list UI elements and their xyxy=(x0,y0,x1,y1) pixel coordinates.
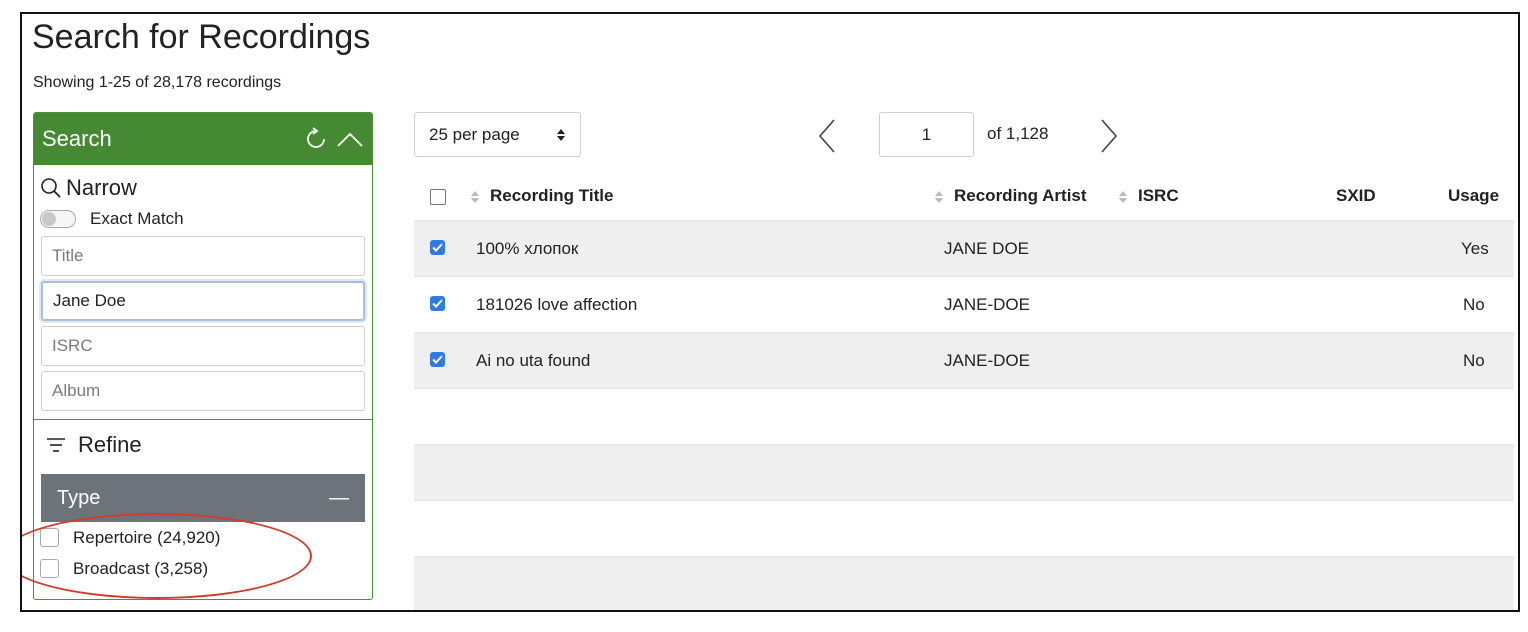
row-checkbox[interactable] xyxy=(430,240,445,255)
search-panel: Search Narrow Exact Match Title Jane Doe… xyxy=(33,112,373,600)
isrc-field-wrapper xyxy=(41,326,365,366)
table-row[interactable]: Ai no uta found JANE-DOE No xyxy=(414,332,1514,388)
table-row[interactable]: 100% хлопок JANE DOE Yes xyxy=(414,220,1514,276)
refresh-icon[interactable] xyxy=(302,125,330,153)
collapse-icon[interactable]: — xyxy=(329,487,349,510)
table-row-empty xyxy=(414,388,1514,444)
broadcast-checkbox[interactable] xyxy=(40,559,59,578)
results-table-body: 100% хлопок JANE DOE Yes 181026 love aff… xyxy=(414,220,1514,610)
prev-page-button[interactable] xyxy=(814,118,844,154)
column-header-title[interactable]: Recording Title xyxy=(470,186,613,206)
row-artist: JANE-DOE xyxy=(944,295,1030,314)
row-title[interactable]: 181026 love affection xyxy=(476,295,637,315)
isrc-input[interactable] xyxy=(42,327,364,365)
artist-field-wrapper xyxy=(41,281,365,321)
row-usage: No xyxy=(1463,351,1485,370)
sort-arrows-icon xyxy=(557,128,565,141)
row-title[interactable]: 100% хлопок xyxy=(476,239,578,259)
row-checkbox[interactable] xyxy=(430,352,445,367)
column-header-isrc[interactable]: ISRC xyxy=(1118,186,1179,206)
album-input[interactable] xyxy=(42,372,364,410)
next-page-button[interactable] xyxy=(1092,118,1122,154)
repertoire-label: Repertoire (24,920) xyxy=(73,527,221,547)
page-title: Search for Recordings xyxy=(32,18,371,56)
per-page-value: 25 per page xyxy=(429,124,520,144)
table-row-empty xyxy=(414,500,1514,556)
sort-icon xyxy=(471,190,479,203)
narrow-section-heading: Narrow xyxy=(34,165,372,203)
type-option-repertoire[interactable]: Repertoire (24,920) xyxy=(34,522,372,553)
title-field-wrapper xyxy=(41,236,365,276)
current-page: 1 xyxy=(921,124,932,144)
row-artist: JANE-DOE xyxy=(944,351,1030,370)
app-frame: Search for Recordings Showing 1-25 of 28… xyxy=(20,12,1520,612)
total-pages: of 1,128 xyxy=(987,124,1049,143)
checkmark-icon xyxy=(432,299,443,308)
column-header-usage[interactable]: Usage xyxy=(1448,186,1499,206)
select-all-checkbox[interactable] xyxy=(430,189,446,205)
checkmark-icon xyxy=(432,355,443,364)
type-option-broadcast[interactable]: Broadcast (3,258) xyxy=(34,553,372,584)
chevron-right-icon xyxy=(1101,119,1118,153)
table-row-empty xyxy=(414,556,1514,610)
narrow-label: Narrow xyxy=(66,175,137,200)
row-checkbox[interactable] xyxy=(430,296,445,311)
table-row[interactable]: 181026 love affection JANE-DOE No xyxy=(414,276,1514,332)
column-header-sxid[interactable]: SXID xyxy=(1336,186,1376,206)
search-panel-header: Search xyxy=(34,113,372,165)
results-count: Showing 1-25 of 28,178 recordings xyxy=(33,74,282,91)
refine-section-heading: Refine xyxy=(34,420,372,460)
table-row-empty xyxy=(414,444,1514,500)
filter-icon xyxy=(47,438,65,452)
album-field-wrapper xyxy=(41,371,365,411)
per-page-select[interactable]: 25 per page xyxy=(414,112,581,157)
chevron-up-icon[interactable] xyxy=(336,125,364,153)
type-filter-title: Type xyxy=(57,486,101,509)
exact-match-label: Exact Match xyxy=(90,209,184,228)
page-number-input[interactable]: 1 xyxy=(879,112,974,157)
row-usage: No xyxy=(1463,295,1485,314)
exact-match-toggle[interactable] xyxy=(40,210,76,228)
column-header-artist[interactable]: Recording Artist xyxy=(934,186,1087,206)
artist-input[interactable] xyxy=(43,283,363,319)
exact-match-row: Exact Match xyxy=(34,203,372,231)
row-title[interactable]: Ai no uta found xyxy=(476,351,590,371)
row-artist: JANE DOE xyxy=(944,239,1030,258)
type-filter-header[interactable]: Type — xyxy=(41,474,365,522)
chevron-left-icon xyxy=(818,119,835,153)
search-icon xyxy=(41,178,61,198)
checkmark-icon xyxy=(432,243,443,252)
broadcast-label: Broadcast (3,258) xyxy=(73,558,209,578)
refine-label: Refine xyxy=(78,432,142,457)
sort-icon xyxy=(935,190,943,203)
table-header: Recording Title Recording Artist ISRC SX… xyxy=(414,172,1518,220)
repertoire-checkbox[interactable] xyxy=(40,528,59,547)
row-usage: Yes xyxy=(1461,239,1489,258)
search-panel-title: Search xyxy=(42,126,112,151)
sort-icon xyxy=(1119,190,1127,203)
title-input[interactable] xyxy=(42,237,364,275)
